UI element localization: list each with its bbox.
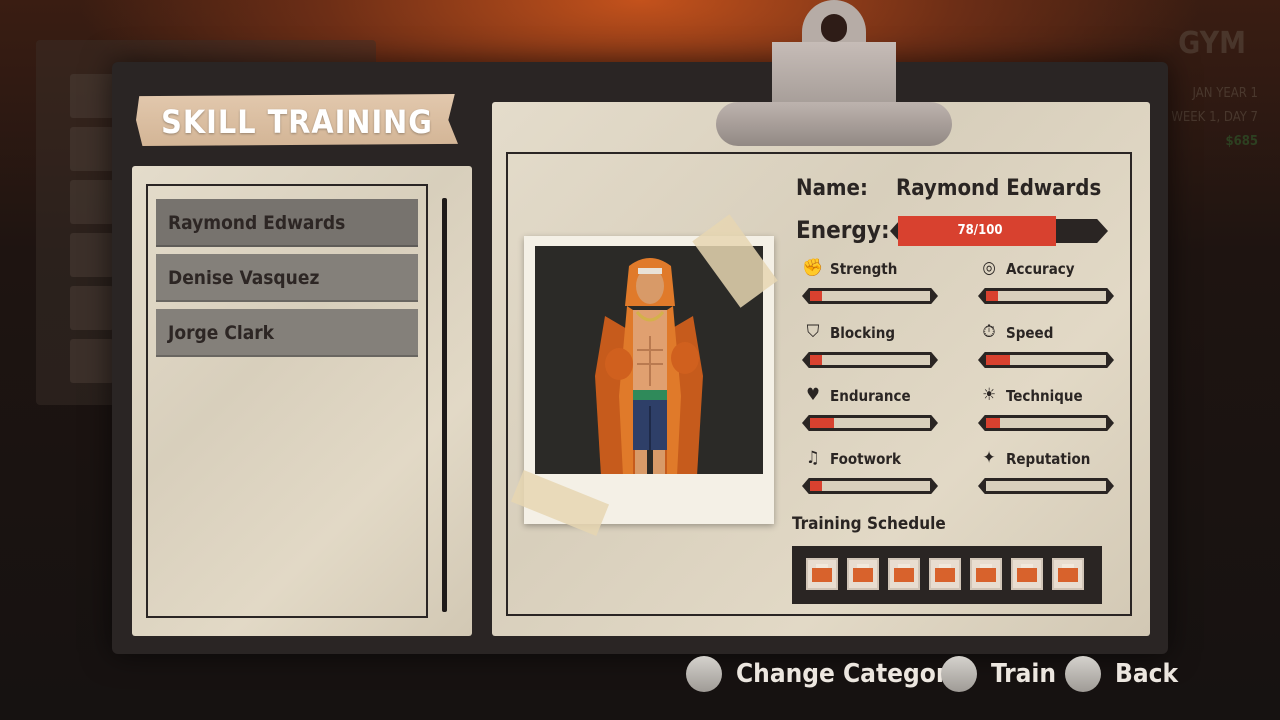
controller-button-icon: [1065, 656, 1101, 692]
stat-bar-fill: [810, 291, 822, 301]
name-value: Raymond Edwards: [896, 176, 1102, 201]
schedule-slot-1[interactable]: [806, 558, 838, 590]
schedule-slot-3[interactable]: [888, 558, 920, 590]
stat-label: Reputation: [1006, 450, 1091, 468]
stat-blocking: ⛉ Blocking: [802, 322, 952, 384]
fighter-list-frame: [146, 184, 428, 618]
stat-bar-fill: [986, 291, 998, 301]
stat-bar-fill: [810, 355, 822, 365]
fighter-list-scrollbar[interactable]: [442, 198, 447, 612]
stat-label: Endurance: [830, 387, 911, 405]
schedule-slot-7[interactable]: [1052, 558, 1084, 590]
train-label: Train: [991, 659, 1057, 689]
name-label: Name:: [796, 176, 868, 201]
stat-label: Accuracy: [1006, 260, 1075, 278]
fighter-list-item-jorge[interactable]: Jorge Clark: [156, 309, 418, 357]
stat-label: Speed: [1006, 324, 1054, 342]
stat-strength: ✊ Strength: [802, 258, 952, 320]
stat-footwork: ♫ Footwork: [802, 448, 952, 510]
page-title: SKILL TRAINING: [161, 103, 433, 141]
change-category-button[interactable]: Change Category: [686, 656, 963, 692]
stat-speed: ⏱ Speed: [978, 322, 1128, 384]
energy-value: 78/100: [957, 223, 1003, 238]
training-schedule: [792, 546, 1102, 604]
stat-reputation: ✦ Reputation: [978, 448, 1128, 510]
stat-bar-fill: [810, 481, 822, 491]
bed-icon: [1058, 568, 1078, 582]
stat-bar-fill: [986, 418, 1001, 428]
train-button[interactable]: Train: [941, 656, 1056, 692]
controller-button-icon: [686, 656, 722, 692]
stat-accuracy: ◎ Accuracy: [978, 258, 1128, 320]
bed-icon: [935, 568, 955, 582]
bed-icon: [853, 568, 873, 582]
stat-label: Blocking: [830, 324, 896, 342]
schedule-slot-2[interactable]: [847, 558, 879, 590]
lightbulb-icon: ☀: [982, 385, 996, 405]
stat-endurance: ♥ Endurance: [802, 385, 952, 447]
change-category-label: Change Category: [736, 659, 963, 689]
bed-icon: [812, 568, 832, 582]
schedule-slot-6[interactable]: [1011, 558, 1043, 590]
background-menu-icons: [70, 74, 118, 392]
star-icon: ✦: [982, 448, 996, 468]
energy-bar: 78/100: [890, 216, 1108, 246]
gym-title: GYM: [1178, 26, 1246, 61]
back-button[interactable]: Back: [1065, 656, 1178, 692]
heart-pulse-icon: ♥: [806, 385, 820, 405]
stat-label: Strength: [830, 260, 898, 278]
bed-icon: [894, 568, 914, 582]
fighter-list-item-denise[interactable]: Denise Vasquez: [156, 254, 418, 302]
controller-button-icon: [941, 656, 977, 692]
schedule-slot-5[interactable]: [970, 558, 1002, 590]
date-year: JAN YEAR 1: [1192, 86, 1258, 101]
schedule-slot-4[interactable]: [929, 558, 961, 590]
stat-label: Technique: [1006, 387, 1083, 405]
clipboard-clip: [716, 0, 952, 148]
stat-technique: ☀ Technique: [978, 385, 1128, 447]
energy-label: Energy:: [796, 216, 890, 244]
back-label: Back: [1115, 659, 1179, 689]
stat-bar-fill: [810, 418, 834, 428]
target-icon: ◎: [982, 258, 996, 278]
training-schedule-title: Training Schedule: [792, 514, 946, 534]
stopwatch-icon: ⏱: [982, 322, 996, 342]
bed-icon: [1017, 568, 1037, 582]
money: $685: [1225, 134, 1258, 149]
bed-icon: [976, 568, 996, 582]
fist-icon: ✊: [802, 258, 824, 278]
stat-bar-fill: [986, 355, 1010, 365]
stat-label: Footwork: [830, 450, 901, 468]
week-day: WEEK 1, DAY 7: [1171, 110, 1258, 125]
fighter-list-item-raymond[interactable]: Raymond Edwards: [156, 199, 418, 247]
gym-info: JAN YEAR 1 WEEK 1, DAY 7 $685: [1171, 82, 1258, 154]
footprints-icon: ♫: [806, 448, 820, 468]
shield-icon: ⛉: [806, 322, 820, 342]
